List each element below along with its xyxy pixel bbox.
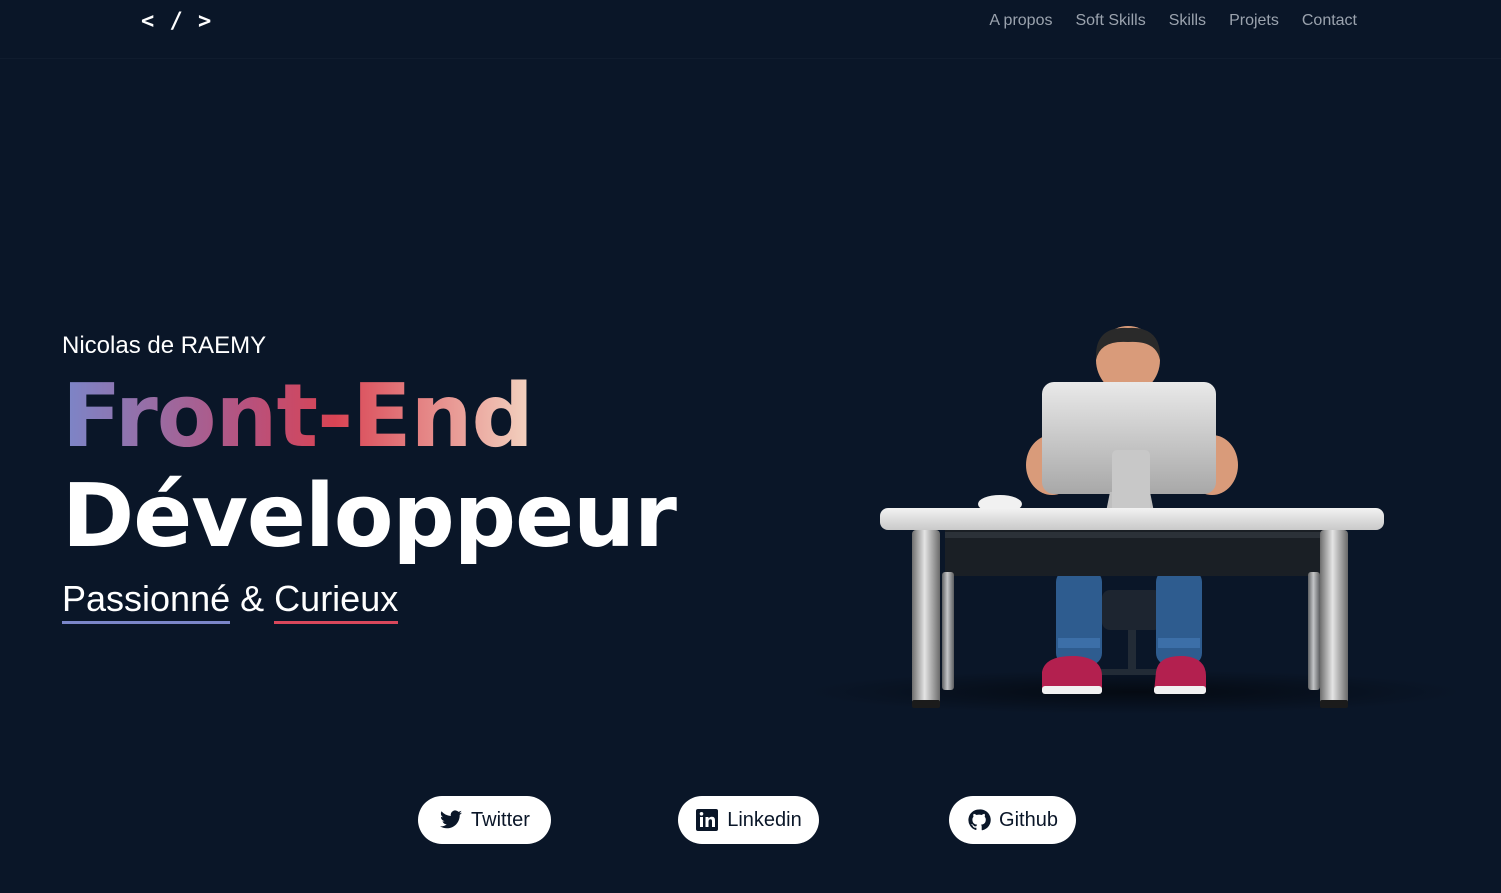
twitter-button[interactable]: Twitter (418, 796, 551, 844)
hero-name: Nicolas de RAEMY (62, 332, 267, 359)
github-icon (968, 809, 991, 831)
hero-title-developpeur: Développeur (62, 465, 677, 567)
tagline-curieux: Curieux (274, 578, 399, 624)
nav-link-projets[interactable]: Projets (1229, 12, 1279, 30)
linkedin-icon (696, 809, 719, 831)
nav-link-soft-skills[interactable]: Soft Skills (1075, 12, 1145, 30)
tagline: Passionné & Curieux (62, 578, 399, 624)
github-label: Github (999, 808, 1058, 831)
nav-link-skills[interactable]: Skills (1169, 12, 1206, 30)
github-button[interactable]: Github (949, 796, 1076, 844)
twitter-icon (440, 810, 463, 829)
linkedin-button[interactable]: Linkedin (678, 796, 819, 844)
developer-at-desk-illustration (805, 326, 1465, 714)
nav-links: A propos Soft Skills Skills Projets Cont… (989, 12, 1357, 30)
navbar: < / > A propos Soft Skills Skills Projet… (0, 0, 1501, 59)
hero-title-front-end: Front-End (62, 365, 534, 467)
nav-link-contact[interactable]: Contact (1302, 12, 1357, 30)
twitter-label: Twitter (471, 808, 530, 831)
nav-link-a-propos[interactable]: A propos (989, 12, 1052, 30)
tagline-ampersand: & (240, 578, 265, 619)
logo[interactable]: < / > (141, 9, 212, 34)
linkedin-label: Linkedin (727, 808, 802, 831)
tagline-passionne: Passionné (62, 578, 231, 624)
